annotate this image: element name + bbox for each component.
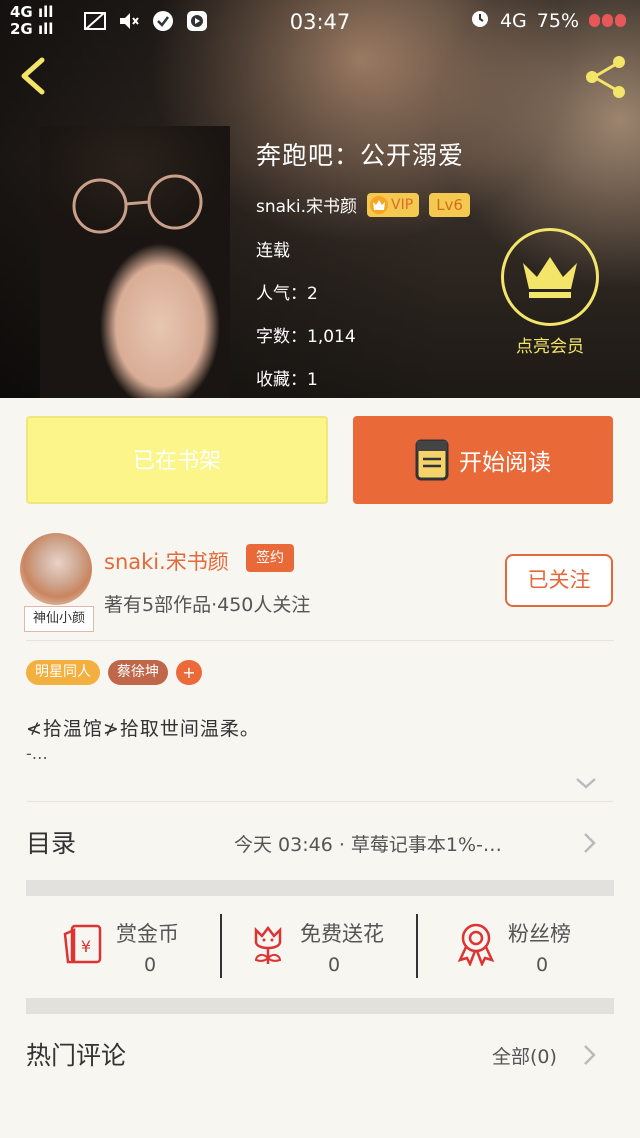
book-status: 连载: [256, 241, 290, 261]
battery-icon: [589, 14, 626, 27]
divider: [26, 801, 614, 802]
medal-icon: [457, 923, 495, 966]
crown-icon: [523, 257, 577, 298]
svg-text:¥: ¥: [81, 937, 91, 956]
reward-coin-label: 赏金币: [116, 922, 179, 946]
flower-icon: [254, 925, 282, 964]
hot-comments-title: 热门评论: [26, 1041, 127, 1070]
book-intro: ≮拾温馆≯拾取世间温柔。: [26, 718, 260, 740]
vip-badge: VIP: [367, 192, 420, 217]
add-tag-button[interactable]: +: [176, 660, 202, 685]
vertical-divider: [416, 914, 418, 978]
member-label: 点亮会员: [516, 337, 584, 357]
book-title: 奔跑吧：公开溺爱: [256, 141, 465, 170]
fan-ranking-label: 粉丝榜: [508, 922, 571, 946]
catalog-title: 目录: [26, 829, 77, 858]
reward-coin-stat[interactable]: ¥ 赏金币 0: [62, 914, 212, 984]
crown-icon: [370, 195, 389, 214]
chevron-down-icon[interactable]: [574, 774, 598, 792]
free-flower-label: 免费送花: [300, 922, 384, 946]
share-icon: [586, 56, 625, 98]
level-badge: Lv6: [429, 192, 470, 217]
right-network-label: 4G: [499, 9, 527, 32]
section-separator: [26, 998, 614, 1014]
free-flower-stat[interactable]: 免费送花 0: [246, 914, 406, 984]
signed-badge: 签约: [246, 544, 294, 572]
status-bar: 4G ıll 2G ıll 03:47 4G 75%: [0, 0, 640, 44]
author-avatar[interactable]: [20, 533, 92, 605]
chevron-left-icon: [21, 57, 45, 95]
bookshelf-button[interactable]: 已在书架: [26, 416, 328, 504]
member-circle: [501, 228, 599, 326]
tag-list: 明星同人 蔡徐坤 +: [26, 660, 202, 685]
member-button[interactable]: 点亮会员: [500, 228, 600, 357]
chevron-right-icon: [584, 1045, 596, 1065]
book-cover[interactable]: [40, 126, 230, 398]
start-reading-button[interactable]: 开始阅读: [353, 416, 613, 504]
share-button[interactable]: [580, 54, 630, 100]
reward-coin-value: 0: [144, 954, 157, 976]
free-flower-value: 0: [328, 954, 341, 976]
book-favorites: 收藏：1: [256, 370, 318, 390]
book-popularity: 人气：2: [256, 284, 318, 304]
divider: [26, 640, 614, 641]
hot-comments-row[interactable]: 热门评论 全部(0): [0, 1024, 640, 1088]
avatar-tag: 神仙小颜: [24, 606, 94, 632]
battery-percent: 75%: [536, 9, 579, 32]
book-icon: [415, 439, 449, 481]
start-reading-label: 开始阅读: [459, 450, 551, 476]
latest-chapter: 今天 03:46 · 草莓记事本1%-…: [234, 834, 502, 856]
tag-item[interactable]: 明星同人: [26, 660, 100, 685]
reward-coin-icon: ¥: [63, 924, 102, 964]
tag-item[interactable]: 蔡徐坤: [108, 660, 168, 685]
support-stats: ¥ 赏金币 0 免费送花 0 粉丝榜 0: [0, 898, 640, 994]
back-button[interactable]: [14, 54, 54, 98]
author-stats: 著有5部作品·450人关注: [104, 594, 311, 616]
follow-button[interactable]: 已关注: [505, 554, 613, 607]
book-header: 4G ıll 2G ıll 03:47 4G 75% 奔跑吧：公开溺爱 snak…: [0, 0, 640, 398]
book-intro-more: -…: [26, 744, 48, 763]
vertical-divider: [220, 914, 222, 978]
vip-label: VIP: [391, 196, 414, 213]
chevron-right-icon: [584, 833, 596, 853]
author-name[interactable]: snaki.宋书颜: [104, 546, 229, 576]
all-comments-link[interactable]: 全部(0): [492, 1042, 557, 1069]
alarm-icon: [470, 8, 490, 33]
cover-illustration: [72, 174, 203, 234]
author-section: 神仙小颜 snaki.宋书颜 签约 著有5部作品·450人关注 已关注: [0, 530, 640, 640]
book-word-count: 字数：1,014: [256, 327, 356, 347]
section-separator: [26, 880, 614, 896]
book-author[interactable]: snaki.宋书颜: [256, 192, 357, 217]
fan-ranking-stat[interactable]: 粉丝榜 0: [454, 914, 604, 984]
fan-ranking-value: 0: [536, 954, 549, 976]
catalog-row[interactable]: 目录 今天 03:46 · 草莓记事本1%-…: [0, 812, 640, 876]
